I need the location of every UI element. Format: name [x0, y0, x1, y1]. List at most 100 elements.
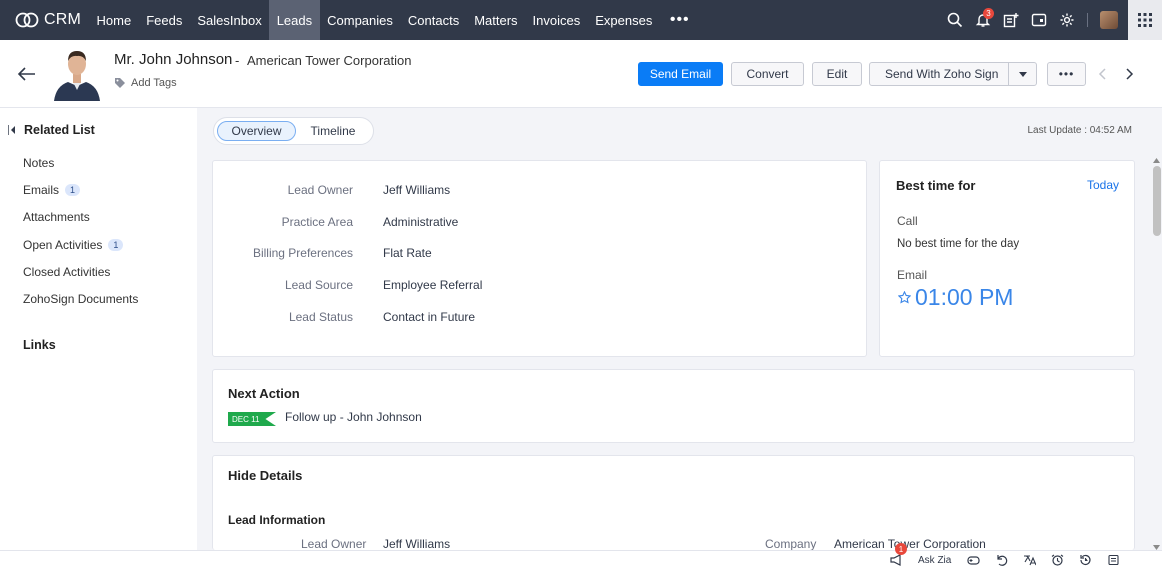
- edit-button[interactable]: Edit: [812, 62, 862, 86]
- field-label: Lead Owner: [287, 183, 353, 197]
- field-value[interactable]: Jeff Williams: [383, 183, 450, 197]
- hide-details-toggle[interactable]: Hide Details: [228, 468, 302, 483]
- next-action-text[interactable]: Follow up - John Johnson: [285, 410, 422, 424]
- nav-expenses[interactable]: Expenses: [588, 0, 660, 40]
- call-label: Call: [897, 214, 918, 228]
- view-tabs: Overview Timeline: [213, 117, 374, 145]
- add-tags-label: Add Tags: [131, 77, 177, 89]
- related-item-notes[interactable]: Notes: [23, 156, 54, 170]
- convert-button[interactable]: Convert: [731, 62, 804, 86]
- ask-zia-button[interactable]: Ask Zia: [910, 555, 959, 566]
- detail-company-value[interactable]: American Tower Corporation: [834, 537, 986, 551]
- add-tags-link[interactable]: Add Tags: [114, 77, 177, 89]
- lead-information-heading: Lead Information: [228, 513, 326, 527]
- email-label: Email: [897, 268, 928, 282]
- create-record-icon[interactable]: [997, 0, 1025, 40]
- lead-photo[interactable]: [52, 46, 102, 101]
- top-navigation: CRM Home Feeds SalesInbox Leads Companie…: [0, 0, 1162, 40]
- related-item-label: Emails: [23, 183, 60, 197]
- nav-salesinbox[interactable]: SalesInbox: [190, 0, 269, 40]
- announcement-badge: 1: [895, 543, 907, 555]
- tab-timeline[interactable]: Timeline: [298, 121, 368, 141]
- nav-contacts[interactable]: Contacts: [400, 0, 466, 40]
- nav-home[interactable]: Home: [89, 0, 139, 40]
- gamepad-icon[interactable]: [959, 551, 987, 568]
- notes-icon[interactable]: [1099, 551, 1127, 568]
- nav-feeds[interactable]: Feeds: [139, 0, 190, 40]
- name-separator: -: [235, 53, 240, 68]
- gear-icon[interactable]: [1053, 0, 1081, 40]
- scroll-up-icon[interactable]: [1153, 158, 1160, 163]
- tab-overview[interactable]: Overview: [217, 121, 296, 141]
- star-icon: [898, 291, 911, 304]
- back-arrow-icon[interactable]: [17, 66, 37, 82]
- field-label: Billing Preferences: [252, 246, 353, 260]
- field-value[interactable]: Employee Referral: [383, 278, 482, 292]
- main-scrollbar[interactable]: [1150, 158, 1162, 550]
- count-badge: 1: [108, 239, 124, 251]
- send-email-button[interactable]: Send Email: [638, 62, 723, 86]
- related-item-label: Closed Activities: [23, 265, 111, 279]
- today-dropdown[interactable]: Today: [1087, 178, 1119, 192]
- send-with-zoho-sign-button[interactable]: Send With Zoho Sign: [869, 62, 1037, 86]
- related-list-header[interactable]: Related List: [8, 123, 95, 137]
- related-item-emails[interactable]: Emails 1: [23, 183, 81, 197]
- lead-company: - American Tower Corporation: [235, 53, 411, 68]
- related-list-sidebar: Related List Notes Emails 1 Attachments …: [0, 108, 197, 550]
- call-best-time-text: No best time for the day: [897, 238, 1020, 250]
- nav-companies[interactable]: Companies: [320, 0, 401, 40]
- brand[interactable]: CRM: [0, 0, 89, 40]
- related-item-attachments[interactable]: Attachments: [23, 210, 90, 224]
- email-best-time-value: 01:00 PM: [915, 284, 1014, 310]
- email-best-time: 01:00 PM: [898, 284, 1013, 311]
- history-icon[interactable]: [987, 551, 1015, 568]
- company-name: American Tower Corporation: [246, 53, 412, 68]
- field-label: Lead Source: [284, 278, 353, 292]
- links-heading[interactable]: Links: [23, 338, 56, 352]
- collapse-icon: [8, 125, 15, 135]
- detail-lead-owner-label: Lead Owner: [301, 537, 367, 551]
- calendar-widget-icon[interactable]: [1025, 0, 1053, 40]
- nav-invoices[interactable]: Invoices: [525, 0, 588, 40]
- chevron-down-icon[interactable]: [1008, 63, 1036, 85]
- related-item-label: ZohoSign Documents: [23, 292, 139, 306]
- detail-lead-owner-value[interactable]: Jeff Williams: [383, 537, 450, 551]
- next-action-date-tag: DEC 11: [228, 412, 276, 426]
- next-record-icon[interactable]: [1122, 67, 1136, 81]
- scroll-thumb[interactable]: [1153, 166, 1161, 236]
- previous-record-icon[interactable]: [1096, 67, 1110, 81]
- nav-leads[interactable]: Leads: [269, 0, 320, 40]
- user-avatar[interactable]: [1100, 11, 1118, 29]
- related-item-closed-activities[interactable]: Closed Activities: [23, 265, 110, 279]
- record-header: Mr. John Johnson - American Tower Corpor…: [0, 40, 1162, 108]
- recent-items-icon[interactable]: [1071, 551, 1099, 568]
- notification-badge: 3: [983, 8, 994, 19]
- count-badge: 1: [65, 184, 81, 196]
- tag-icon: [115, 78, 125, 88]
- apps-grid-icon[interactable]: [1128, 0, 1162, 40]
- best-time-title: Best time for: [896, 178, 976, 193]
- send-with-zoho-sign-label: Send With Zoho Sign: [885, 67, 999, 81]
- more-actions-button[interactable]: •••: [1047, 62, 1086, 86]
- alarm-clock-icon[interactable]: [1043, 551, 1071, 568]
- related-item-open-activities[interactable]: Open Activities 1: [23, 238, 124, 252]
- nav-right-tools: 3: [941, 0, 1162, 40]
- search-icon[interactable]: [941, 0, 969, 40]
- bell-icon[interactable]: 3: [969, 0, 997, 40]
- nav-more-button[interactable]: •••: [660, 0, 700, 40]
- field-label: Lead Status: [288, 310, 353, 324]
- field-value[interactable]: Administrative: [383, 215, 458, 229]
- related-item-zohosign-documents[interactable]: ZohoSign Documents: [23, 292, 138, 306]
- related-item-label: Open Activities: [23, 238, 103, 252]
- next-action-title: Next Action: [228, 386, 300, 401]
- nav-matters[interactable]: Matters: [467, 0, 525, 40]
- brand-name: CRM: [44, 11, 82, 28]
- field-value[interactable]: Flat Rate: [383, 246, 432, 260]
- field-value[interactable]: Contact in Future: [383, 310, 475, 324]
- details-card: Hide Details Lead Information Lead Owner…: [212, 455, 1135, 551]
- announcement-icon[interactable]: 1: [882, 543, 910, 568]
- field-label: Practice Area: [281, 215, 353, 229]
- translate-icon[interactable]: [1015, 551, 1043, 568]
- bottom-toolbar: 1 Ask Zia: [0, 543, 1162, 568]
- nav-divider: [1087, 13, 1088, 27]
